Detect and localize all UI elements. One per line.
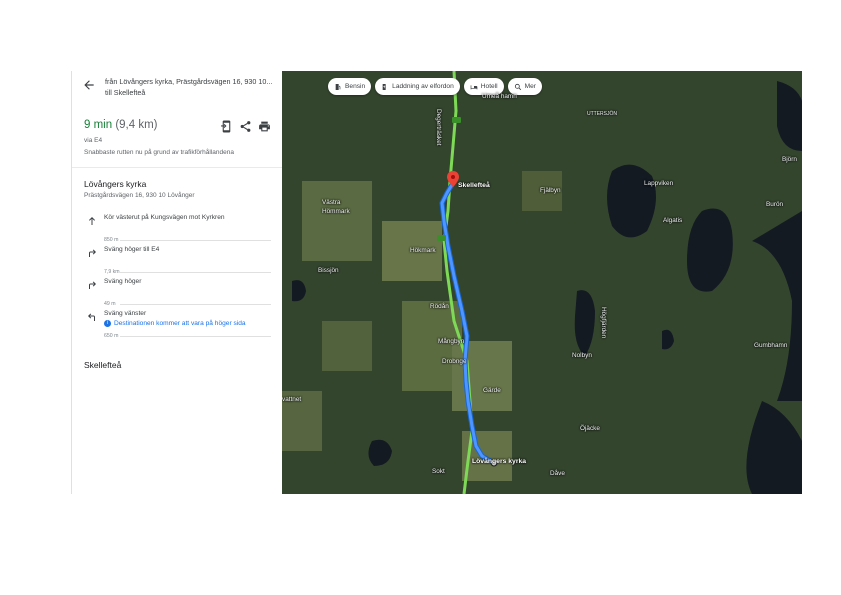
turn-left-icon (88, 313, 95, 321)
map-label: Burön (766, 201, 784, 208)
map-label: Hömmark (322, 208, 350, 215)
start-location[interactable]: Lövångers kyrka Prästgårdsvägen 16, 930 … (84, 179, 195, 199)
map-label: Mångbyn (438, 338, 465, 345)
map-label: Rödån (430, 303, 449, 310)
start-name: Lövångers kyrka (84, 179, 147, 189)
map-label: Sokt (432, 468, 445, 475)
directions-header: från Lövångers kyrka, Prästgårdsvägen 16… (72, 71, 283, 168)
map-label: Bissjön (318, 267, 339, 274)
hotel-icon (470, 84, 478, 89)
map-label: Algatis (663, 217, 683, 224)
direction-step[interactable]: Sväng höger till E4 7,9 km (72, 243, 283, 275)
map-label: vattnet (282, 396, 302, 403)
direction-step[interactable]: Kör västerut på Kungsvägen mot Kyrkren 8… (72, 211, 283, 243)
directions-panel: från Lövångers kyrka, Prästgårdsvägen 16… (71, 71, 283, 494)
step-text: Sväng vänster (104, 310, 147, 317)
map-label: Högfjärden (600, 307, 607, 339)
map-label: Gumbhamn (754, 342, 788, 349)
route-tools (220, 120, 271, 133)
route-summary: 9 min (9,4 km) (84, 119, 158, 131)
info-icon: i (104, 320, 111, 327)
print-icon[interactable] (258, 120, 271, 133)
map-label: UTTERSJÖN (587, 111, 617, 117)
map-label: Lappviken (644, 180, 674, 187)
map-label: Gärde (483, 387, 501, 394)
route-to: till Skellefteå (105, 88, 146, 97)
back-arrow-icon[interactable] (82, 78, 96, 92)
step-text: Sväng höger till E4 (104, 246, 160, 253)
map-label: Nolbyn (572, 352, 592, 359)
step-text: Kör västerut på Kungsvägen mot Kyrkren (104, 214, 225, 221)
turn-right-icon (89, 281, 96, 289)
ev-charging-icon (382, 83, 386, 90)
direction-step[interactable]: Sväng höger 49 m (72, 275, 283, 307)
step-divider (120, 240, 271, 241)
step-note: i Destinationen kommer att vara på höger… (104, 320, 279, 327)
origin-label[interactable]: Lövångers kyrka (472, 458, 526, 465)
map-label: Öjäcke (580, 425, 600, 432)
direction-step[interactable]: Sväng vänster i Destinationen kommer att… (72, 307, 283, 339)
satellite-map[interactable] (282, 71, 802, 494)
start-address: Prästgårdsvägen 16, 930 10 Lövånger (84, 192, 195, 199)
chip-label: Mer (524, 83, 536, 90)
chip-bensin[interactable]: Bensin (328, 78, 372, 95)
map-label: Björn (782, 156, 797, 163)
map-label: Dåve (550, 470, 565, 477)
fuel-icon (335, 83, 341, 90)
road-badge (452, 117, 461, 123)
route-reason: Snabbaste rutten nu på grund av trafikfö… (84, 149, 234, 156)
step-note-text: Destinationen kommer att vara på höger s… (114, 320, 246, 327)
map-label: Degerträsket (435, 109, 442, 146)
step-list: Kör västerut på Kungsvägen mot Kyrkren 8… (72, 211, 283, 339)
arrow-up-icon (89, 217, 95, 225)
road-badge (437, 235, 446, 241)
route-time: 9 min (84, 119, 113, 131)
step-divider (120, 304, 271, 305)
map-label: Drobnge (442, 358, 467, 365)
step-divider (120, 336, 271, 337)
chip-label: Laddning av elfordon (392, 83, 454, 90)
map-label: Fjälbyn (540, 187, 561, 194)
destination-label[interactable]: Skellefteå (458, 182, 490, 189)
search-icon (514, 83, 521, 90)
step-text: Sväng höger (104, 278, 142, 285)
step-distance: 650 m (104, 333, 119, 339)
chip-label: Bensin (345, 83, 366, 90)
route-endpoints[interactable]: från Lövångers kyrka, Prästgårdsvägen 16… (105, 76, 275, 98)
map-label: Umeå hamn (482, 93, 517, 100)
route-distance: (9,4 km) (115, 119, 158, 131)
end-location[interactable]: Skellefteå (84, 360, 121, 370)
route-via: via E4 (84, 137, 103, 144)
share-icon[interactable] (239, 120, 252, 133)
route-from: från Lövångers kyrka, Prästgårdsvägen 16… (105, 77, 273, 86)
chip-ev-charging[interactable]: Laddning av elfordon (375, 78, 460, 95)
chip-label: Hotell (480, 83, 498, 90)
send-to-phone-icon[interactable] (220, 120, 233, 133)
map-label: Västra (322, 199, 341, 206)
map-view[interactable]: Bensin Laddning av elfordon Hotell Mer U… (282, 71, 802, 494)
turn-right-icon (89, 249, 96, 257)
step-divider (120, 272, 271, 273)
map-label: Hökmark (410, 247, 436, 254)
